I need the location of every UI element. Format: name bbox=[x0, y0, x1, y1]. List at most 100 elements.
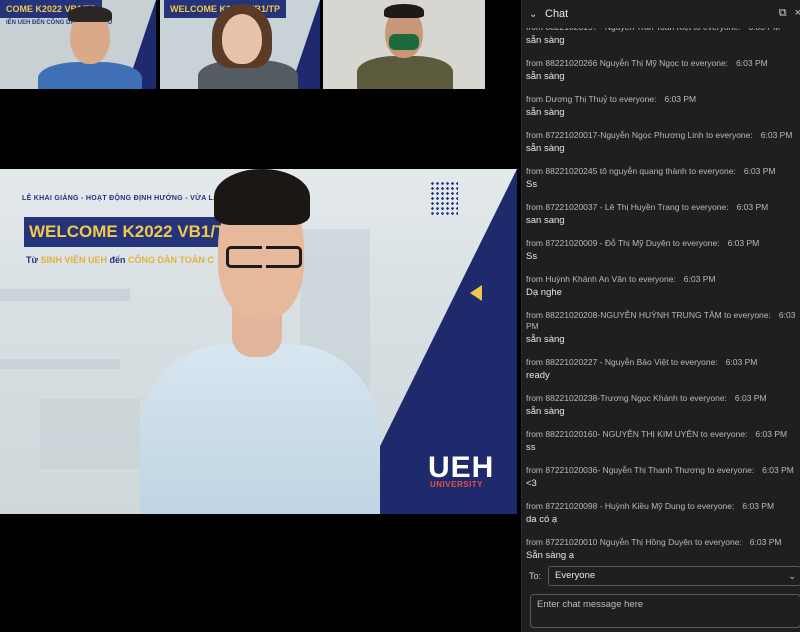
message-meta: from 88221020208-NGUYỄN HUỲNH TRUNG TÂM … bbox=[526, 310, 797, 332]
chat-message: from 88221020245 tô nguyễn quang thành t… bbox=[522, 166, 800, 191]
participant-thumbnail[interactable] bbox=[323, 0, 485, 89]
message-sender: from 88221020245 tô nguyễn quang thành t… bbox=[526, 166, 736, 176]
message-meta: from 88221020160- NGUYỄN THỊ KIM UYÊN to… bbox=[526, 429, 797, 440]
main-speaker-video[interactable]: LỄ KHAI GIẢNG - HOẠT ĐỘNG ĐỊNH HƯỚNG - V… bbox=[0, 169, 517, 514]
message-time: 6:03 PM bbox=[762, 465, 794, 475]
chat-message: from 87221020037 - Lê Thị Huyền Trang to… bbox=[522, 202, 800, 227]
message-meta: from Dương Thị Thuỷ to everyone: 6:03 PM bbox=[526, 94, 797, 105]
message-time: 6:03 PM bbox=[743, 166, 776, 176]
message-text: sẵn sàng bbox=[526, 406, 565, 417]
message-sender: from Huỳnh Khánh An Vân to everyone: bbox=[526, 274, 676, 284]
message-text: san sang bbox=[526, 215, 565, 226]
message-text: Dạ nghe bbox=[526, 287, 562, 298]
recipient-select[interactable]: Everyone ⌄ bbox=[548, 566, 800, 586]
message-text: ss bbox=[526, 442, 536, 453]
chat-messages-list[interactable]: from 8822102015? - Nguyễn Trần Toàn Kiệt… bbox=[522, 28, 800, 561]
message-sender: from 87221020017-Nguyễn Ngọc Phương Linh… bbox=[526, 130, 753, 140]
message-meta: from Huỳnh Khánh An Vân to everyone: 6:03… bbox=[526, 274, 797, 285]
popout-icon[interactable]: ⧉ bbox=[779, 7, 787, 20]
message-time: 6:03 PM bbox=[749, 537, 782, 547]
message-sender: from 87221020009 - Đỗ Thị Mỹ Duyên to ev… bbox=[526, 238, 720, 248]
message-text: <3 bbox=[526, 478, 537, 489]
collapse-chevron-icon[interactable]: ⌄ bbox=[529, 9, 541, 20]
message-meta: from 87221020009 - Đỗ Thị Mỹ Duyên to ev… bbox=[526, 238, 797, 249]
message-text: sẵn sàng bbox=[526, 35, 565, 46]
message-text: Ss bbox=[526, 251, 538, 262]
message-meta: from 88221020238-Trương Ngọc Khánh to ev… bbox=[526, 393, 797, 404]
message-sender: from 8822102015? - Nguyễn Trần Toàn Kiệt… bbox=[526, 28, 740, 32]
chat-message: from Huỳnh Khánh An Vân to everyone: 6:03… bbox=[522, 274, 800, 299]
message-sender: from 88221020266 Nguyễn Thị Mỹ Ngọc to e… bbox=[526, 58, 729, 68]
message-sender: from 87221020037 - Lê Thị Huyền Trang to… bbox=[526, 202, 729, 212]
chat-message: from 87221020098 - Huỳnh Kiều Mỹ Dung to… bbox=[522, 501, 800, 526]
message-time: 6:03 PM bbox=[742, 501, 775, 511]
message-text: sẵn sàng bbox=[526, 71, 565, 82]
message-meta: from 87221020010 Nguyễn Thị Hồng Duyên t… bbox=[526, 537, 797, 548]
chat-message: from 88221020227 - Nguyễn Bảo Việt to ev… bbox=[522, 357, 800, 382]
message-time: 6:03 PM bbox=[748, 28, 780, 32]
message-sender: from 88221020227 - Nguyễn Bảo Việt to ev… bbox=[526, 357, 718, 367]
recipient-row: To: Everyone ⌄ bbox=[522, 566, 800, 586]
message-sender: from 87221020010 Nguyễn Thị Hồng Duyên t… bbox=[526, 537, 742, 547]
message-text: Ss bbox=[526, 179, 538, 190]
message-meta: from 87221020036- Nguyễn Thị Thanh Thươn… bbox=[526, 465, 797, 476]
chat-message: from 87221020010 Nguyễn Thị Hồng Duyên t… bbox=[522, 537, 800, 561]
message-sender: from Dương Thị Thuỷ to everyone: bbox=[526, 94, 657, 104]
participant-thumbnail[interactable]: COME K2022 VB1/TP IÊN UEH ĐẾN CÔNG DÂN T… bbox=[0, 0, 156, 89]
chat-title: Chat bbox=[545, 8, 569, 20]
message-text: Sẵn sàng ạ bbox=[526, 550, 575, 561]
chat-message: from 87221020017-Nguyễn Ngọc Phương Linh… bbox=[522, 130, 800, 155]
chat-panel: ⌄ Chat ⧉ × from 8822102015? - Nguyễn Trầ… bbox=[521, 0, 800, 632]
chat-message: from 88221020238-Trương Ngọc Khánh to ev… bbox=[522, 393, 800, 418]
participant-video bbox=[323, 0, 485, 89]
chat-message: from 88221020266 Nguyễn Thị Mỹ Ngọc to e… bbox=[522, 58, 800, 83]
message-sender: from 88221020208-NGUYỄN HUỲNH TRUNG TÂM … bbox=[526, 310, 771, 320]
message-text: ready bbox=[526, 370, 550, 381]
dot-pattern bbox=[430, 181, 458, 217]
message-meta: from 88221020245 tô nguyễn quang thành t… bbox=[526, 166, 797, 177]
ueh-logo-sub: UNIVERSITY bbox=[430, 480, 484, 489]
participant-video bbox=[160, 0, 320, 89]
recipient-value: Everyone bbox=[555, 570, 596, 581]
message-text: sẵn sàng bbox=[526, 107, 565, 118]
message-text: sẵn sàng bbox=[526, 143, 565, 154]
chat-message: from 87221020036- Nguyễn Thị Thanh Thươn… bbox=[522, 465, 800, 490]
video-area: COME K2022 VB1/TP IÊN UEH ĐẾN CÔNG DÂN T… bbox=[0, 0, 520, 632]
chat-header: ⌄ Chat ⧉ × bbox=[522, 0, 800, 28]
message-meta: from 87221020017-Nguyễn Ngọc Phương Linh… bbox=[526, 130, 797, 141]
message-meta: from 87221020098 - Huỳnh Kiều Mỹ Dung to… bbox=[526, 501, 797, 512]
message-time: 6:03 PM bbox=[725, 357, 758, 367]
chat-message: from 88221020208-NGUYỄN HUỲNH TRUNG TÂM … bbox=[522, 310, 800, 346]
message-time: 6:03 PM bbox=[734, 393, 767, 403]
message-meta: from 88221020227 - Nguyễn Bảo Việt to ev… bbox=[526, 357, 797, 368]
participant-thumbnail[interactable]: WELCOME K2022 VB1/TP bbox=[160, 0, 320, 89]
participant-video bbox=[0, 0, 156, 89]
message-time: 6:03 PM bbox=[755, 429, 788, 439]
chevron-down-icon: ⌄ bbox=[788, 571, 796, 581]
chat-message-input[interactable] bbox=[530, 594, 800, 628]
message-sender: from 87221020098 - Huỳnh Kiều Mỹ Dung to… bbox=[526, 501, 735, 511]
message-meta: from 88221020266 Nguyễn Thị Mỹ Ngọc to e… bbox=[526, 58, 797, 69]
decorative-triangle bbox=[470, 285, 482, 301]
message-sender: from 88221020160- NGUYỄN THỊ KIM UYÊN to… bbox=[526, 429, 748, 439]
message-time: 6:03 PM bbox=[683, 274, 716, 284]
message-time: 6:03 PM bbox=[736, 58, 768, 68]
close-icon[interactable]: × bbox=[795, 7, 800, 20]
chat-message: from 8822102015? - Nguyễn Trần Toàn Kiệt… bbox=[522, 28, 800, 47]
welcome-banner: WELCOME K2022 VB1/TP bbox=[24, 217, 239, 247]
slogan: Từ SINH VIÊN UEH đến CÔNG DÂN TOÀN C bbox=[26, 255, 214, 265]
to-label: To: bbox=[529, 571, 542, 581]
message-time: 6:03 PM bbox=[760, 130, 793, 140]
message-time: 6:03 PM bbox=[664, 94, 697, 104]
message-sender: from 88221020238-Trương Ngọc Khánh to ev… bbox=[526, 393, 727, 403]
chat-message: from 87221020009 - Đỗ Thị Mỹ Duyên to ev… bbox=[522, 238, 800, 263]
message-sender: from 87221020036- Nguyễn Thị Thanh Thươn… bbox=[526, 465, 755, 475]
message-time: 6:03 PM bbox=[736, 202, 769, 212]
chat-message: from 88221020160- NGUYỄN THỊ KIM UYÊN to… bbox=[522, 429, 800, 454]
message-time: 6:03 PM bbox=[727, 238, 760, 248]
message-text: sẵn sàng bbox=[526, 334, 565, 345]
message-text: da có ạ bbox=[526, 514, 558, 525]
message-meta: from 87221020037 - Lê Thị Huyền Trang to… bbox=[526, 202, 797, 213]
chat-message: from Dương Thị Thuỷ to everyone: 6:03 PM s… bbox=[522, 94, 800, 119]
message-meta: from 8822102015? - Nguyễn Trần Toàn Kiệt… bbox=[526, 28, 797, 33]
